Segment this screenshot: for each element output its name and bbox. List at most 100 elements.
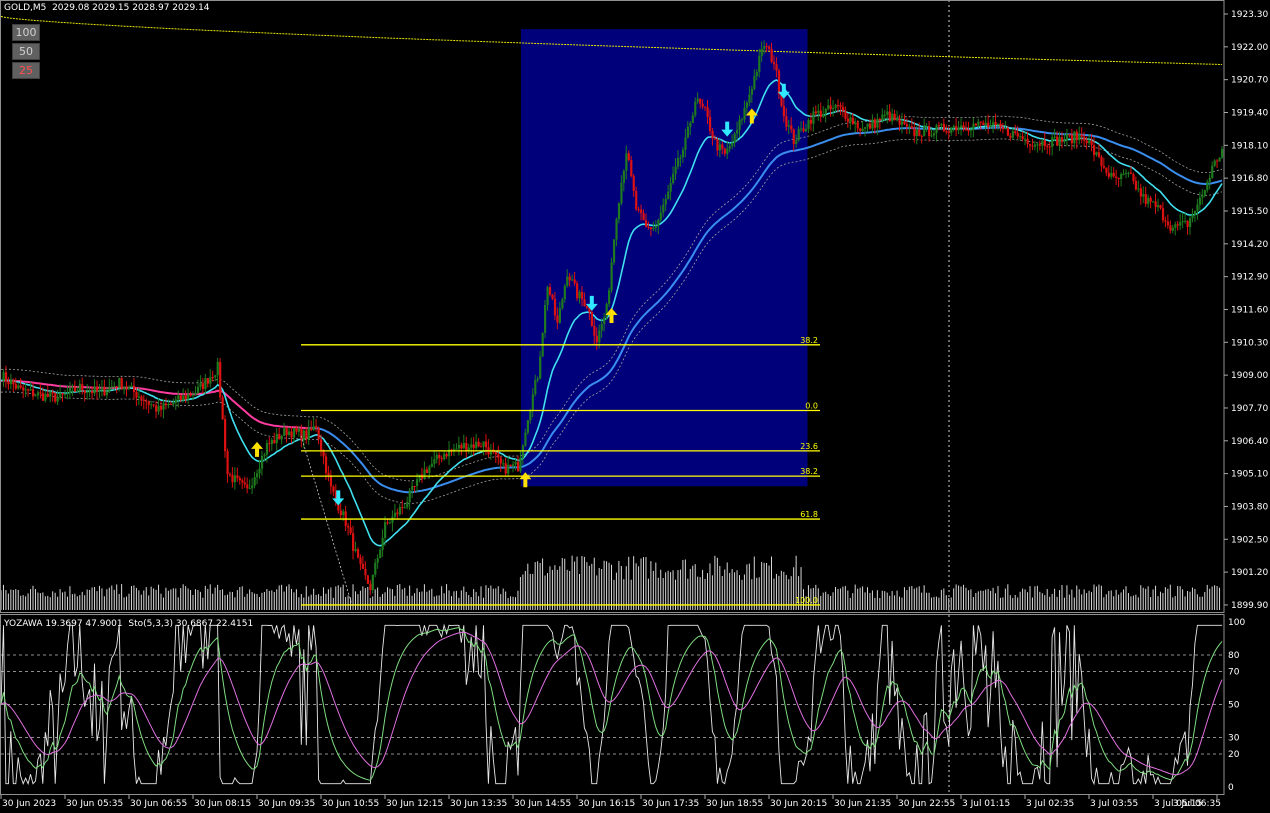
candle-body xyxy=(14,384,17,389)
candle-body xyxy=(300,429,303,440)
candle-body xyxy=(108,387,111,392)
candle-body xyxy=(721,144,724,149)
candle-body xyxy=(659,212,662,220)
candle-body xyxy=(233,475,237,483)
candle-body xyxy=(288,431,291,436)
candle-body xyxy=(1142,194,1145,197)
candle-body xyxy=(285,428,288,436)
candle-body xyxy=(497,454,500,458)
candle-body xyxy=(1102,165,1106,168)
candle-body xyxy=(610,262,613,291)
symbol-title: GOLD,M5 2029.08 2029.15 2028.97 2029.14 xyxy=(4,3,210,13)
candle-body xyxy=(984,122,987,125)
candle-body xyxy=(22,387,25,391)
candle-body xyxy=(563,285,566,300)
y-tick-label: 1922.00 xyxy=(1231,43,1268,53)
candle-body xyxy=(1110,172,1113,177)
candle-body xyxy=(908,126,911,128)
y-tick-label: 1912.90 xyxy=(1231,273,1268,283)
candle-body xyxy=(41,393,45,401)
x-tick-label: 30 Jun 10:55 xyxy=(322,799,379,809)
candle-body xyxy=(1139,188,1142,197)
candle-body xyxy=(819,110,822,117)
candle-body xyxy=(192,394,195,396)
candle-body xyxy=(940,123,943,126)
candle-body xyxy=(1112,172,1115,177)
candle-body xyxy=(952,125,955,128)
candle-body xyxy=(839,105,842,108)
candle-body xyxy=(83,390,86,393)
zoom-25-button[interactable]: 25 xyxy=(12,62,40,79)
candle-body xyxy=(398,507,401,515)
candle-body xyxy=(950,127,953,133)
candle-body xyxy=(935,125,938,134)
candle-body xyxy=(1021,136,1024,140)
candle-body xyxy=(1198,197,1202,205)
candle-body xyxy=(903,121,906,125)
candle-body xyxy=(539,356,542,379)
oscillator-pane[interactable] xyxy=(0,623,1224,786)
candle-body xyxy=(241,480,244,483)
candle-body xyxy=(152,404,155,406)
candle-body xyxy=(1144,194,1147,204)
candle-body xyxy=(1019,136,1022,138)
candle-body xyxy=(947,131,950,133)
price-chart-pane[interactable]: 38.2 0.0 23.6 38.2 61.8 100.0 xyxy=(0,0,1224,795)
candle-body xyxy=(1088,140,1091,144)
candle-body xyxy=(260,455,264,469)
candle-body xyxy=(184,395,187,400)
candle-body xyxy=(347,525,350,528)
candle-body xyxy=(521,445,525,458)
zoom-100-button[interactable]: 100 xyxy=(12,24,40,41)
candle-body xyxy=(462,442,465,449)
candle-body xyxy=(647,226,650,228)
candle-body xyxy=(1115,176,1118,178)
candle-body xyxy=(1184,220,1187,222)
candle-body xyxy=(969,129,973,131)
candle-body xyxy=(982,122,985,125)
candle-body xyxy=(824,108,827,114)
zoom-50-button[interactable]: 50 xyxy=(12,43,40,60)
candle-body xyxy=(979,121,982,123)
candle-body xyxy=(465,442,468,451)
candle-body xyxy=(167,403,170,406)
chart-canvas[interactable]: 38.2 0.0 23.6 38.2 61.8 100.0 1923.30 1922.00 1… xyxy=(0,0,1270,813)
candle-body xyxy=(96,386,99,392)
candle-body xyxy=(1068,134,1071,136)
candle-body xyxy=(1211,165,1214,178)
y-tick-label: 1923.30 xyxy=(1231,10,1268,20)
candle-body xyxy=(371,574,374,591)
candle-body xyxy=(470,444,473,448)
candle-body xyxy=(851,117,854,125)
candle-body xyxy=(957,127,960,131)
candle-body xyxy=(1046,146,1049,148)
candle-body xyxy=(999,123,1002,128)
candle-body xyxy=(59,393,62,398)
candle-body xyxy=(987,122,990,128)
candle-body xyxy=(743,107,746,120)
candle-body xyxy=(224,419,227,452)
y-tick-label: 1915.50 xyxy=(1231,207,1268,217)
candle-body xyxy=(1038,144,1042,146)
x-tick-label: 30 Jun 16:15 xyxy=(578,799,635,809)
candle-body xyxy=(194,392,197,395)
candle-body xyxy=(1078,134,1081,141)
candle-body xyxy=(529,411,532,421)
candle-body xyxy=(248,488,251,490)
candle-body xyxy=(556,315,559,323)
y-tick-label: 1907.70 xyxy=(1231,404,1268,414)
candle-body xyxy=(974,123,978,126)
candle-body xyxy=(544,304,547,334)
candle-body xyxy=(972,123,975,130)
candle-body xyxy=(36,392,40,396)
x-tick-label: 30 Jun 21:35 xyxy=(834,799,891,809)
candle-body xyxy=(583,299,586,307)
candle-body xyxy=(640,209,643,214)
candle-body xyxy=(699,98,702,104)
candle-body xyxy=(866,123,869,128)
candle-body xyxy=(841,107,845,111)
candle-body xyxy=(435,454,438,460)
candle-body xyxy=(403,507,406,509)
candle-body xyxy=(423,469,426,479)
candle-body xyxy=(1075,131,1078,141)
